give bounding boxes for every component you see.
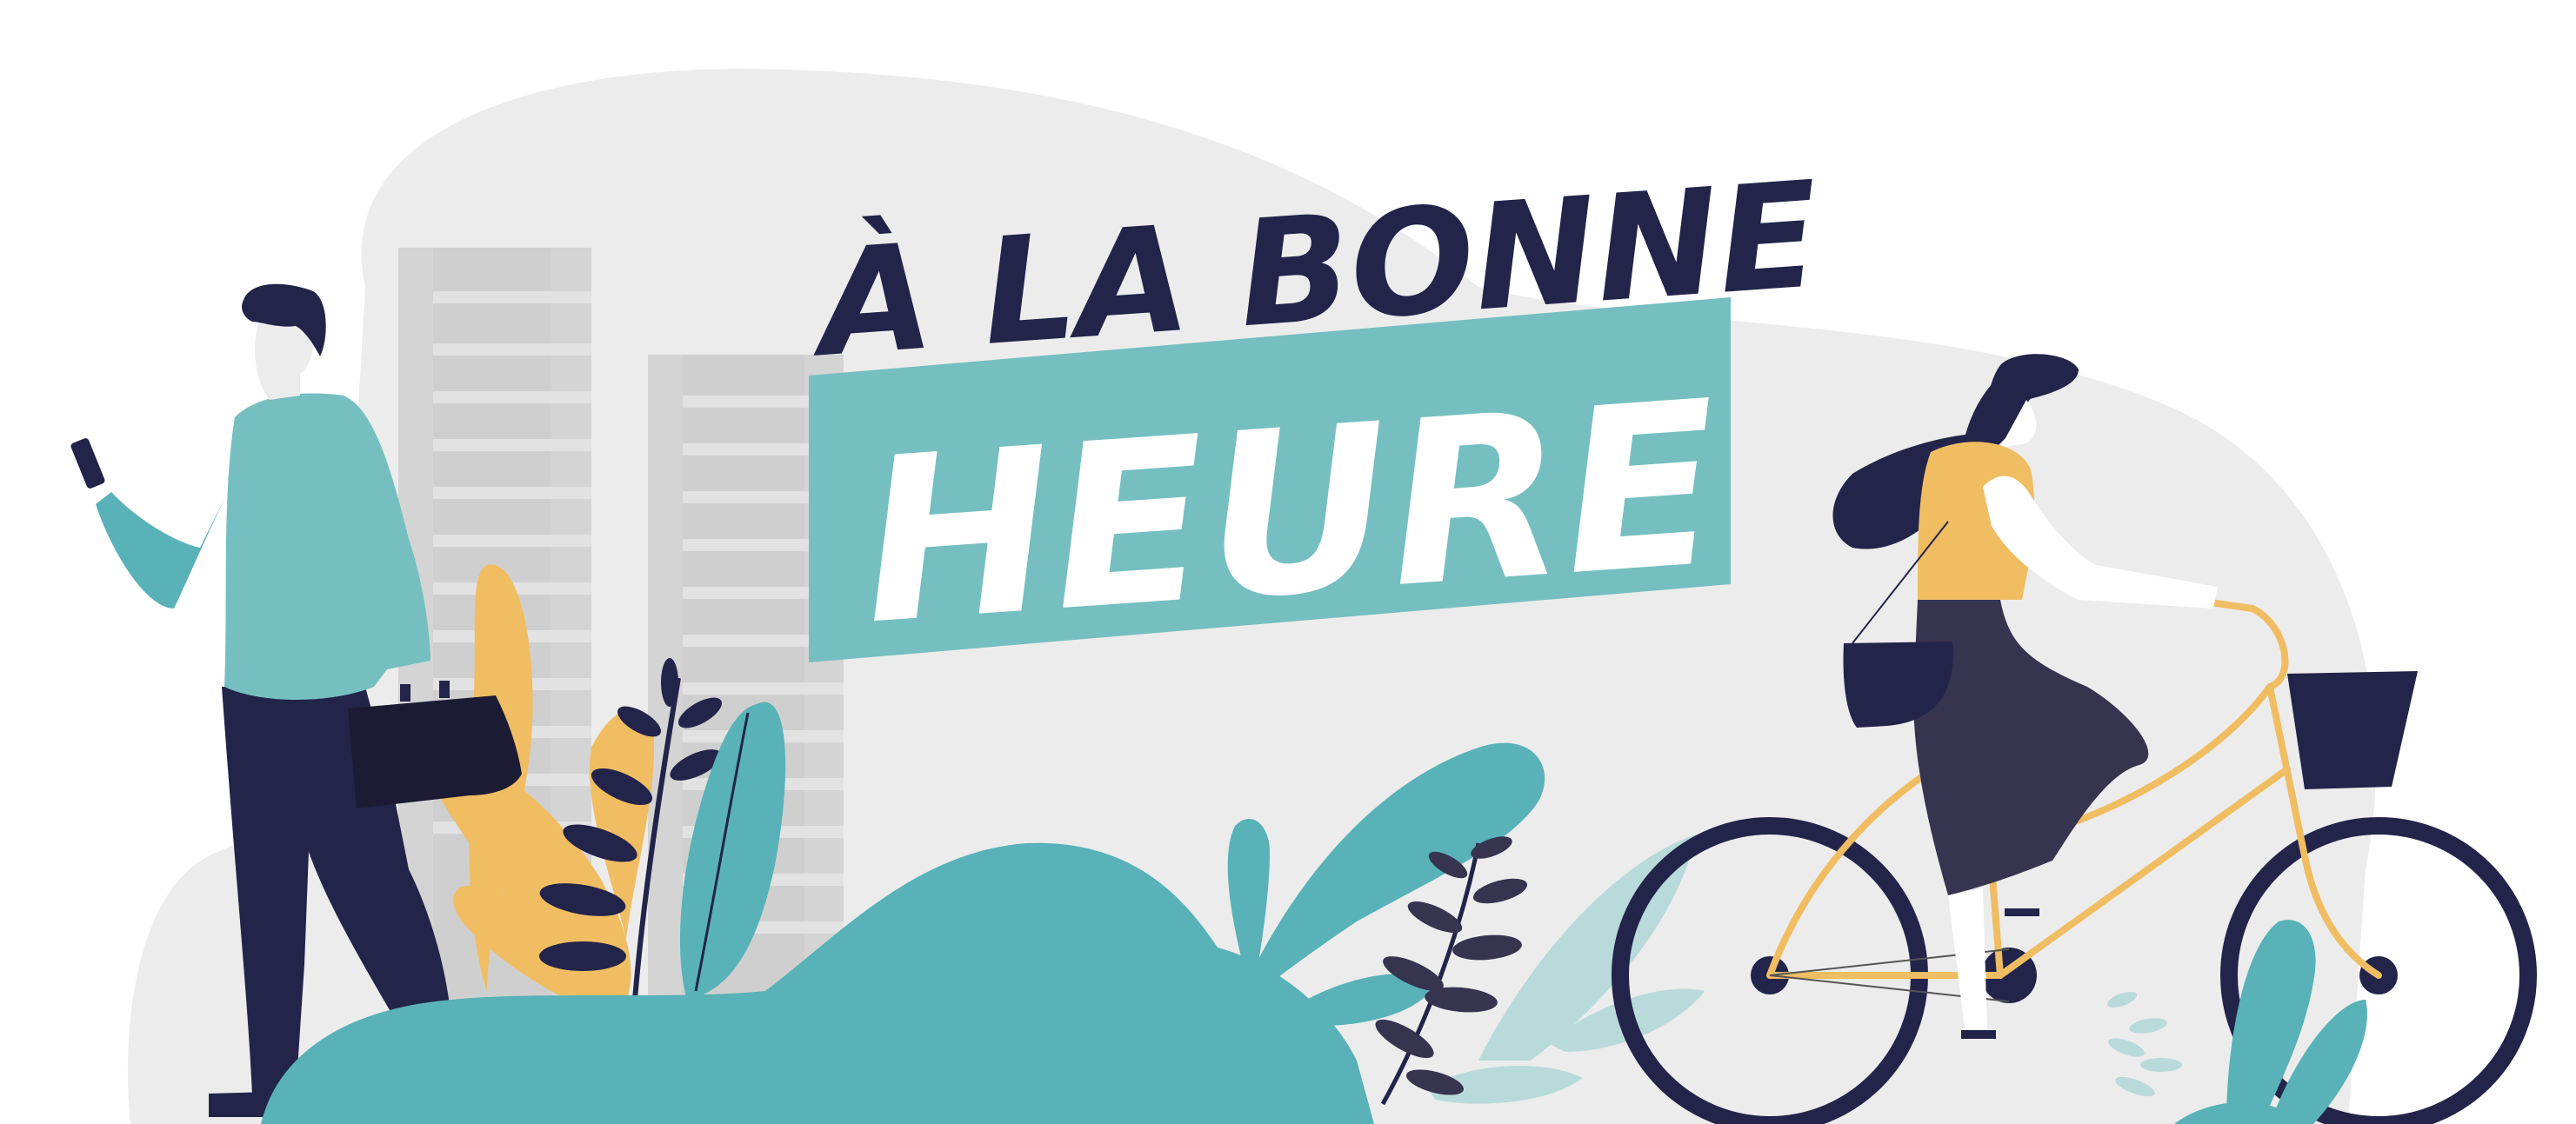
briefcase-icon (348, 695, 522, 808)
illustration-stage: À LA BONNE HEURE (0, 0, 2576, 1124)
illustration-svg: À LA BONNE HEURE (70, 69, 2537, 1124)
briefcase-handle-right (439, 681, 450, 698)
bicycle-basket-icon (2287, 671, 2418, 789)
man-arm (96, 487, 230, 609)
title-block: À LA BONNE HEURE (804, 150, 1824, 675)
briefcase-handle-left (400, 684, 410, 702)
phone-icon (70, 438, 105, 489)
